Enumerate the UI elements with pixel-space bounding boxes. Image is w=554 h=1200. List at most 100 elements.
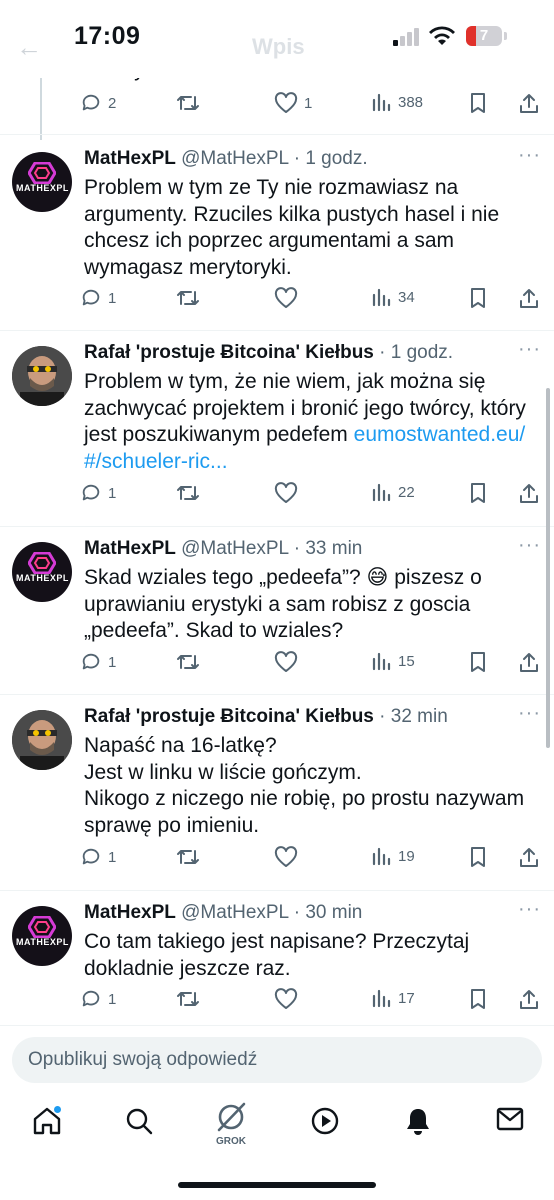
retweet-button[interactable] [176,651,200,673]
composer-placeholder: Opublikuj swoją odpowiedź [28,1049,258,1070]
bookmark-button[interactable] [468,651,488,673]
tweet-actions: 1 17 [80,988,540,1016]
like-button[interactable] [274,651,298,673]
like-button[interactable] [274,482,298,504]
retweet-button[interactable] [176,846,200,868]
like-button[interactable]: 1 [274,92,312,114]
reply-count: 2 [108,94,117,112]
more-icon[interactable]: ··· [518,534,541,557]
like-icon [274,988,298,1009]
views-icon [372,93,391,112]
reply-icon [82,848,100,865]
battery-level: 7 [479,27,489,44]
grok-label: GROK [216,1136,246,1147]
bookmark-button[interactable] [468,92,488,114]
tab-messages[interactable] [496,1106,524,1137]
like-button[interactable] [274,988,298,1010]
views-count: 22 [398,483,415,501]
tab-notifications[interactable] [404,1106,432,1141]
home-indicator[interactable] [178,1182,376,1188]
author-name[interactable]: Rafał 'prostuje Ƀitcoina' Kiełbus [84,706,374,727]
share-button[interactable] [518,482,540,504]
author-name[interactable]: MatHexPL [84,902,176,923]
reply-button[interactable]: 1 [80,988,116,1010]
views-icon [372,288,391,307]
like-icon [274,92,298,113]
back-arrow-icon[interactable]: ← [16,32,42,63]
tab-grok[interactable]: GROK [214,1100,248,1147]
reply-button[interactable]: 1 [80,651,116,673]
views-button[interactable]: 17 [372,988,415,1008]
status-time: 17:09 [74,22,141,50]
tweet-link[interactable]: #/schueler-ric... [84,450,228,473]
tweet-time: 1 godz. [390,342,454,363]
bookmark-button[interactable] [468,287,488,309]
retweet-button[interactable] [176,482,200,504]
author-name[interactable]: MatHexPL [84,538,176,559]
search-icon [126,1108,153,1135]
share-button[interactable] [518,988,540,1010]
share-icon [520,289,538,308]
views-icon [372,483,391,502]
author-handle[interactable]: @MatHexPL [181,148,288,169]
reply-count: 1 [108,848,117,866]
avatar[interactable]: MATHEXPL [12,542,72,602]
retweet-icon [177,291,199,305]
signal-icon [393,28,419,46]
like-button[interactable] [274,287,298,309]
emoji: 😅 [366,566,389,589]
thread-line [40,78,42,140]
reply-button[interactable]: 1 [80,482,116,504]
bookmark-button[interactable] [468,482,488,504]
bookmark-button[interactable] [468,846,488,868]
reply-count: 1 [108,990,117,1008]
tab-search[interactable] [124,1106,154,1141]
views-count: 34 [398,288,415,306]
share-button[interactable] [518,92,540,114]
tweet-header: MatHexPL @MatHexPL · 33 min [84,538,363,559]
author-handle[interactable]: @MatHexPL [181,538,288,559]
like-button[interactable] [274,846,298,868]
more-icon[interactable]: ··· [518,898,541,921]
tweet-time: 33 min [305,538,363,559]
reply-composer[interactable]: Opublikuj swoją odpowiedź [12,1037,542,1083]
tab-video[interactable] [310,1106,340,1141]
views-button[interactable]: 15 [372,651,415,671]
tweet-header: Rafał 'prostuje Ƀitcoina' Kiełbus · 1 go… [84,342,454,363]
like-icon [274,651,298,672]
tweet-link[interactable]: eumostwanted.eu/ [354,423,526,446]
views-button[interactable]: 34 [372,287,415,307]
author-handle[interactable]: @MatHexPL [181,902,288,923]
tweet-time: 32 min [390,706,448,727]
more-icon[interactable]: ··· [518,702,541,725]
views-button[interactable]: 388 [372,92,423,112]
author-name[interactable]: Rafał 'prostuje Ƀitcoina' Kiełbus [84,342,374,363]
more-icon[interactable]: ··· [518,144,541,167]
author-name[interactable]: MatHexPL [84,148,176,169]
views-button[interactable]: 22 [372,482,415,502]
reply-count: 1 [108,653,117,671]
views-count: 19 [398,847,415,865]
retweet-button[interactable] [176,988,200,1010]
retweet-button[interactable] [176,92,200,114]
bookmark-button[interactable] [468,988,488,1010]
battery-icon: 7 [466,26,502,46]
share-button[interactable] [518,651,540,673]
avatar[interactable]: MATHEXPL [12,152,72,212]
avatar[interactable]: MATHEXPL [12,906,72,966]
retweet-icon [177,850,199,864]
avatar[interactable] [12,346,72,406]
share-button[interactable] [518,287,540,309]
views-button[interactable]: 19 [372,846,415,866]
home-notification-dot [54,1106,61,1113]
retweet-button[interactable] [176,287,200,309]
scrollbar[interactable] [546,388,550,748]
reply-button[interactable]: 1 [80,846,116,868]
reply-button[interactable]: 1 [80,287,116,309]
more-icon[interactable]: ··· [518,338,541,361]
share-button[interactable] [518,846,540,868]
reply-button[interactable]: 2 [80,92,116,114]
avatar[interactable] [12,710,72,770]
reply-icon [82,94,100,111]
wifi-icon [429,26,455,45]
